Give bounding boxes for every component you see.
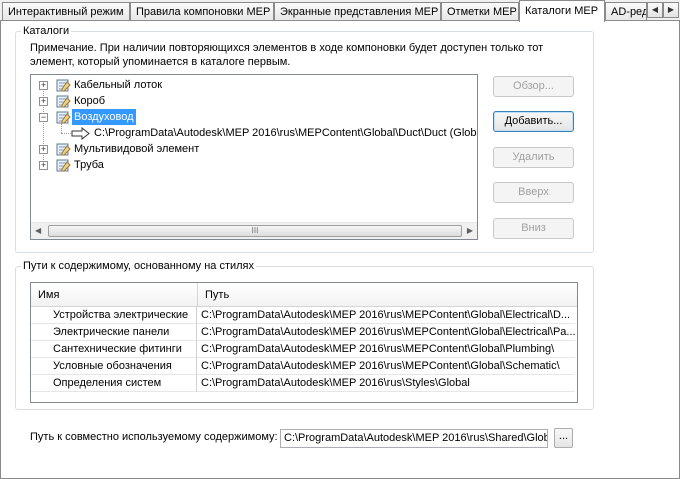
row-path: C:\ProgramData\Autodesk\MEP 2016\rus\MEP… [201, 360, 560, 372]
scrollbar-thumb[interactable]: III [48, 225, 462, 237]
catalog-tree[interactable]: + Кабельный лоток + Короб − Воздуховод C… [30, 74, 478, 240]
table-row[interactable]: Сантехнические фитинги C:\ProgramData\Au… [31, 341, 575, 358]
browse-button[interactable]: Обзор... [493, 76, 574, 97]
row-name: Электрические панели [31, 324, 197, 341]
catalogs-note-line2: элемент, который упоминается в каталоге … [30, 56, 291, 68]
table-row[interactable]: Устройства электрические C:\ProgramData\… [31, 307, 575, 324]
catalog-book-icon [56, 111, 71, 124]
tab-strip: Интерактивный режим Правила компоновки M… [0, 0, 680, 22]
tree-item-label: Кабельный лоток [74, 79, 163, 91]
tab-scroll-right-icon[interactable]: ▶ [663, 2, 679, 18]
catalogs-group-label: Каталоги [21, 25, 72, 38]
shared-path-label: Путь к совместно используемому содержимо… [30, 431, 278, 443]
expand-icon[interactable]: + [39, 97, 48, 106]
tab-mep-catalogs[interactable]: Каталоги MEP [519, 0, 605, 22]
style-paths-table[interactable]: Имя Путь Устройства электрические C:\Pro… [30, 282, 578, 403]
tab-scroll-left-icon[interactable]: ◀ [647, 2, 663, 18]
tab-display-representations[interactable]: Экранные представления MEP [274, 2, 441, 21]
add-button[interactable]: Добавить... [493, 111, 574, 132]
tree-item-label: Мультивидовой элемент [74, 143, 200, 155]
scroll-right-icon[interactable]: ▶ [467, 226, 473, 235]
expand-icon[interactable]: + [39, 145, 48, 154]
delete-button[interactable]: Удалить [493, 147, 574, 168]
tree-item-label: C:\ProgramData\Autodesk\MEP 2016\rus\MEP… [94, 127, 478, 139]
row-name: Устройства электрические [31, 307, 197, 324]
row-path: C:\ProgramData\Autodesk\MEP 2016\rus\MEP… [201, 343, 555, 355]
tab-ad-editor[interactable]: AD-реда [605, 2, 647, 21]
move-down-button[interactable]: Вниз [493, 218, 574, 239]
table-row[interactable]: Электрические панели C:\ProgramData\Auto… [31, 324, 575, 341]
shared-path-browse-button[interactable]: ... [554, 428, 573, 448]
tab-layout-rules[interactable]: Правила компоновки MEP [130, 2, 274, 21]
catalogs-note-line1: Примечание. При наличии повторяющихся эл… [30, 42, 544, 54]
style-paths-group-label: Пути к содержимому, основанному на стиля… [21, 260, 257, 273]
tree-item-label: Труба [74, 159, 104, 171]
row-name: Условные обозначения [31, 358, 197, 375]
row-path: C:\ProgramData\Autodesk\MEP 2016\rus\MEP… [201, 326, 575, 338]
row-path: C:\ProgramData\Autodesk\MEP 2016\rus\Sty… [201, 377, 470, 389]
row-name: Сантехнические фитинги [31, 341, 197, 358]
tab-mep-labels[interactable]: Отметки MEP [441, 2, 519, 21]
table-header: Имя Путь [31, 283, 577, 307]
column-header-name[interactable]: Имя [31, 283, 197, 307]
catalog-book-icon [56, 95, 71, 108]
expand-icon[interactable]: + [39, 161, 48, 170]
scroll-left-icon[interactable]: ◀ [35, 226, 41, 235]
tree-item-label: Воздуховод [72, 109, 136, 125]
column-header-path[interactable]: Путь [197, 283, 577, 307]
tree-item-label: Короб [74, 95, 106, 107]
shared-path-field[interactable]: C:\ProgramData\Autodesk\MEP 2016\rus\Sha… [280, 429, 548, 448]
catalog-book-icon [56, 143, 71, 156]
move-up-button[interactable]: Вверх [493, 182, 574, 203]
tree-horizontal-scrollbar[interactable]: ◀ III ▶ [31, 222, 477, 239]
collapse-icon[interactable]: − [39, 113, 48, 122]
table-row[interactable]: Условные обозначения C:\ProgramData\Auto… [31, 358, 575, 375]
catalog-book-icon [56, 159, 71, 172]
arrow-right-icon [71, 127, 90, 140]
expand-icon[interactable]: + [39, 81, 48, 90]
tab-interactive-mode[interactable]: Интерактивный режим [2, 2, 130, 21]
catalog-book-icon [56, 79, 71, 92]
row-path: C:\ProgramData\Autodesk\MEP 2016\rus\MEP… [201, 309, 571, 321]
row-name: Определения систем [31, 375, 197, 392]
table-row[interactable]: Определения систем C:\ProgramData\Autode… [31, 375, 575, 392]
